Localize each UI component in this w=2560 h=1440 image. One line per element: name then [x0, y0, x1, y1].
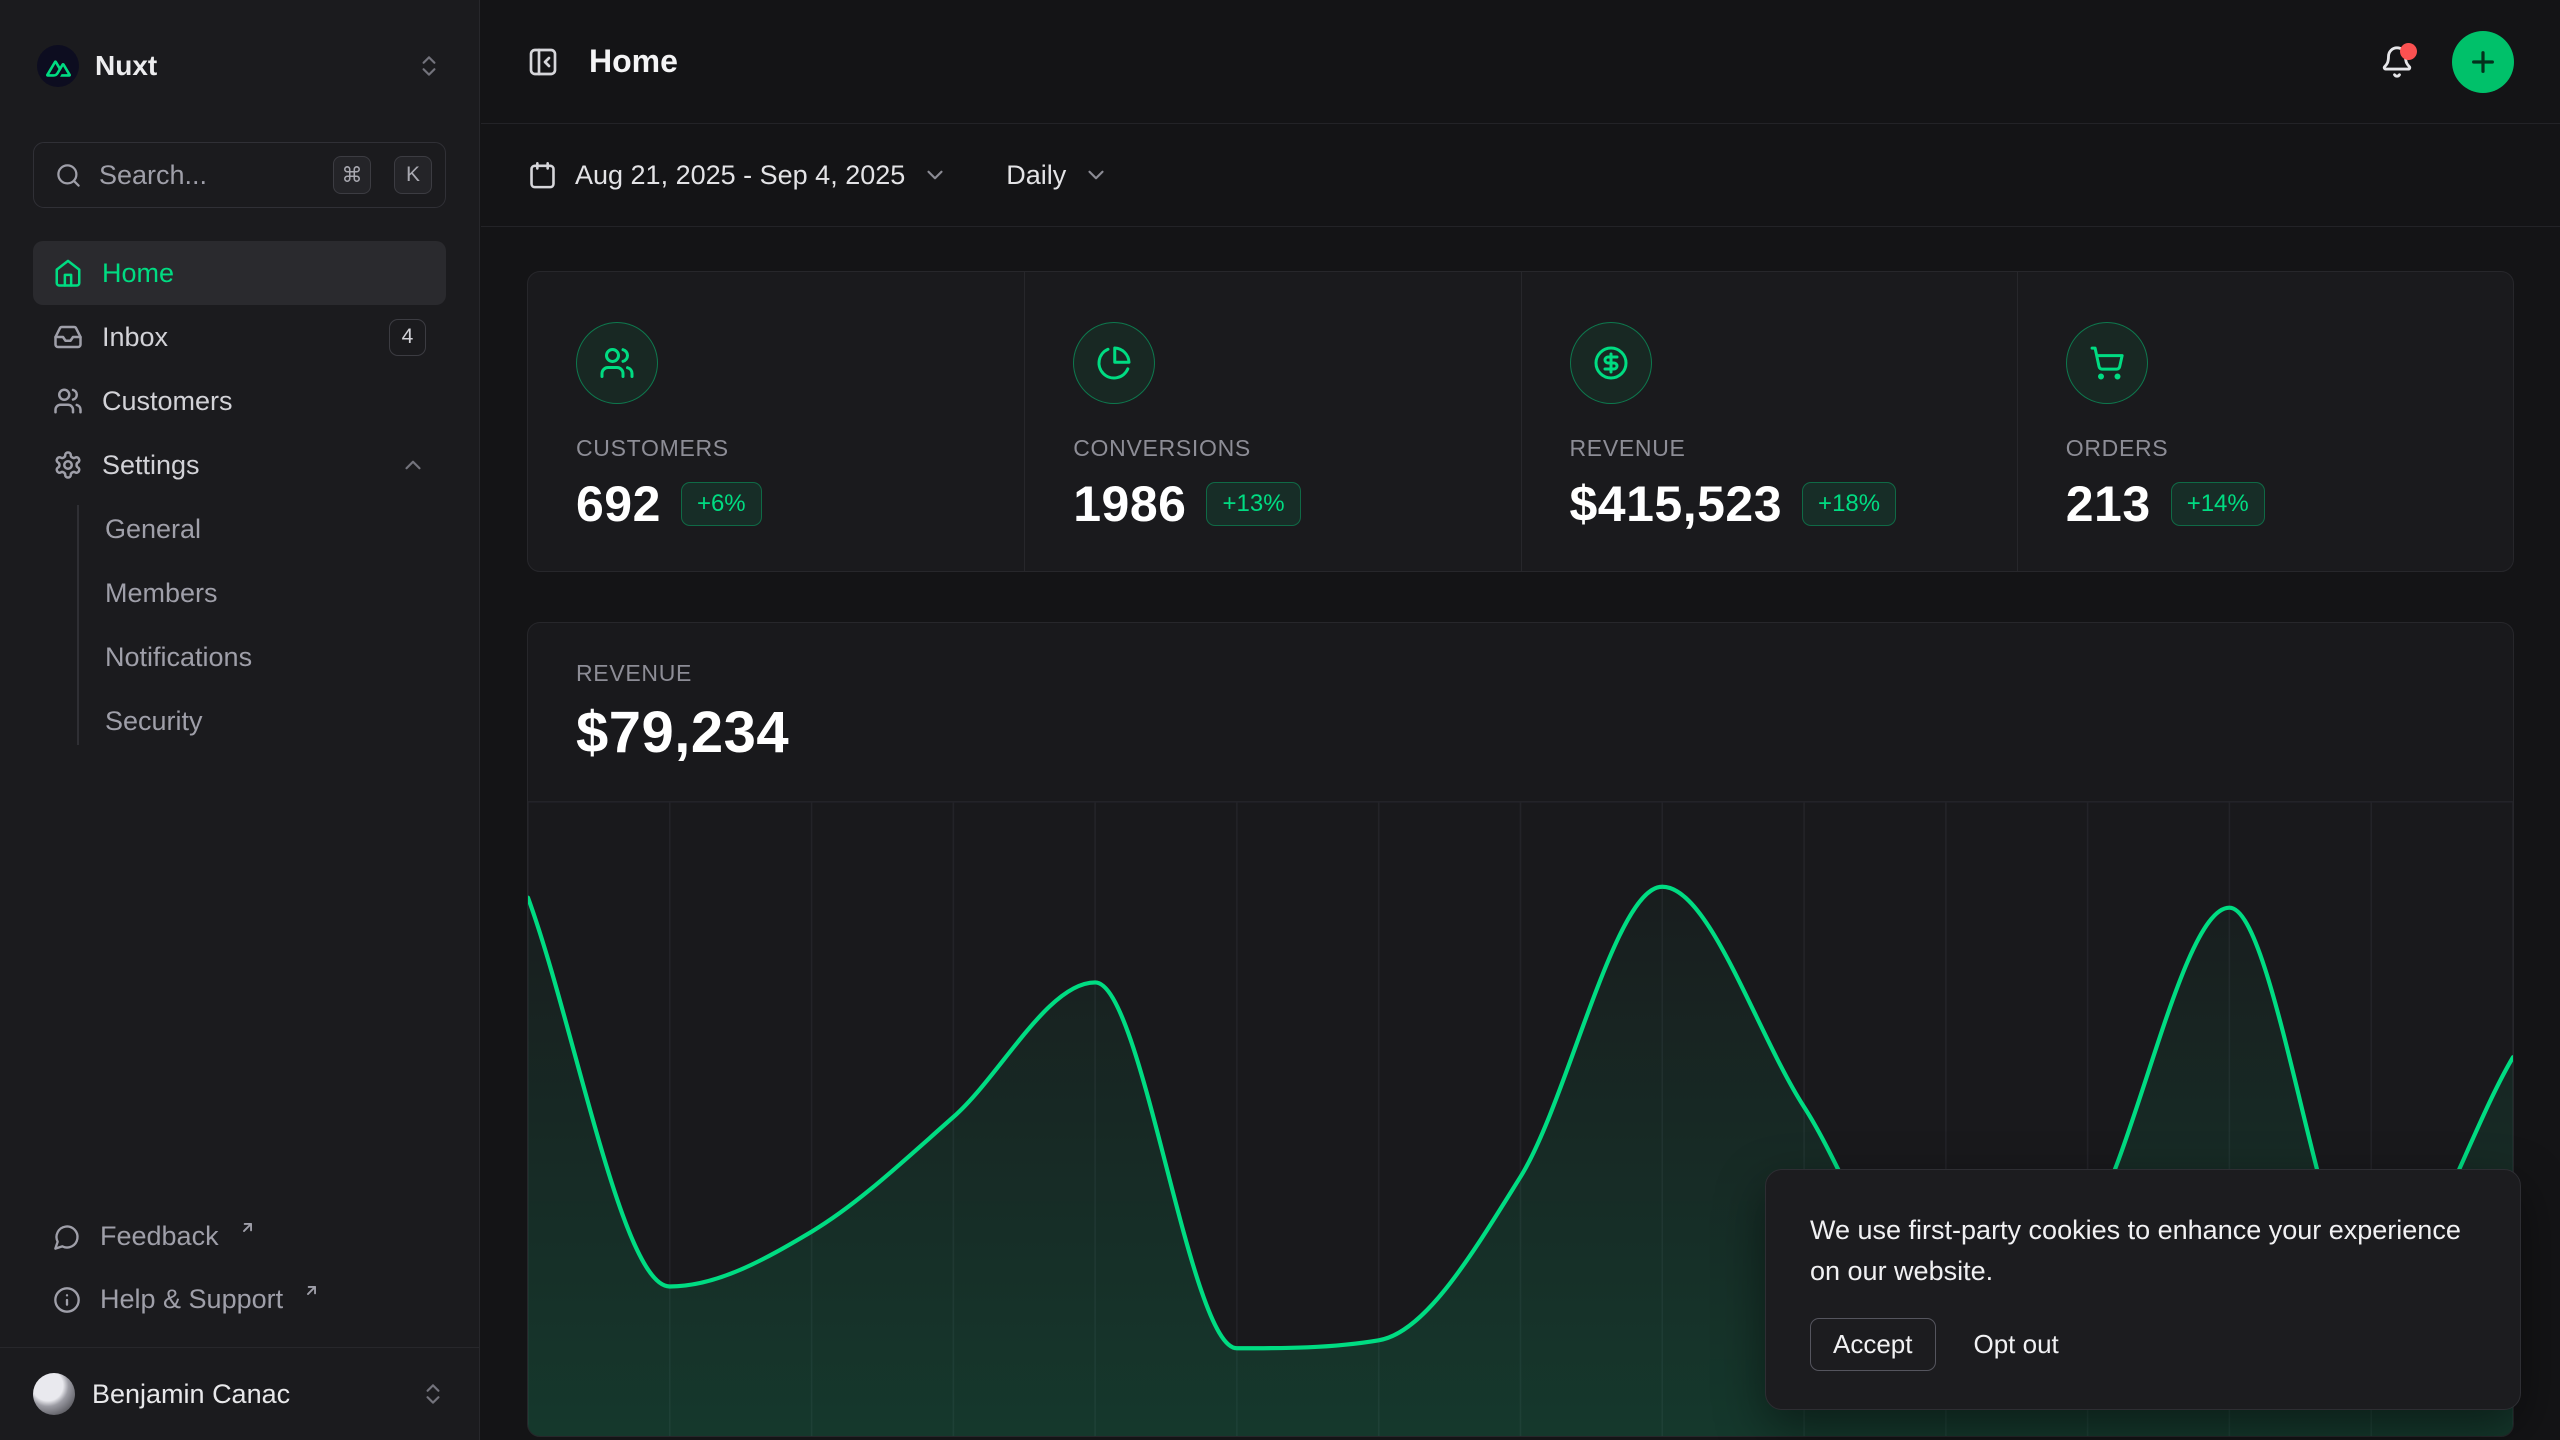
feedback-link[interactable]: Feedback — [33, 1205, 446, 1268]
optout-cookies-button[interactable]: Opt out — [1974, 1329, 2059, 1360]
sidebar-collapse-icon[interactable] — [527, 46, 559, 78]
stat-label: CONVERSIONS — [1073, 435, 1472, 462]
stat-delta-badge: +13% — [1206, 482, 1300, 526]
stat-label: ORDERS — [2066, 435, 2465, 462]
info-circle-icon — [53, 1286, 81, 1314]
chevrons-up-down-icon — [420, 1381, 446, 1407]
users-icon — [53, 386, 83, 416]
chevrons-up-down-icon — [416, 53, 442, 79]
sidebar-item-label: Home — [102, 258, 174, 289]
kbd-k: K — [394, 156, 432, 194]
sidebar-footer-links: Feedback Help & Support — [33, 1205, 446, 1347]
cookie-message: We use first-party cookies to enhance yo… — [1810, 1210, 2476, 1292]
stat-label: REVENUE — [1570, 435, 1969, 462]
dollar-circle-icon — [1570, 322, 1652, 404]
kbd-cmd: ⌘ — [333, 156, 371, 194]
stats-row: CUSTOMERS 692 +6% CONVERSIONS 1986 +13% — [527, 271, 2514, 572]
stat-revenue[interactable]: REVENUE $415,523 +18% — [1521, 272, 2017, 571]
inbox-unread-badge: 4 — [389, 319, 426, 356]
sidebar-item-members[interactable]: Members — [33, 561, 446, 625]
sidebar-spacer — [33, 753, 446, 1205]
stat-value: $415,523 — [1570, 475, 1783, 533]
sidebar: Nuxt Search... ⌘ K Home — [0, 0, 480, 1440]
calendar-icon — [527, 160, 558, 191]
notification-dot — [2400, 43, 2417, 60]
inbox-icon — [53, 322, 83, 352]
users-icon — [576, 322, 658, 404]
sidebar-item-label: Customers — [102, 386, 233, 417]
sidebar-item-home[interactable]: Home — [33, 241, 446, 305]
sidebar-nav: Home Inbox 4 Customers Settings — [33, 241, 446, 753]
stat-delta-badge: +18% — [1802, 482, 1896, 526]
sidebar-item-label: Settings — [102, 450, 200, 481]
feedback-label: Feedback — [100, 1221, 219, 1252]
settings-subnav: General Members Notifications Security — [33, 497, 446, 753]
granularity-value: Daily — [1006, 160, 1066, 191]
external-link-icon — [239, 1219, 256, 1236]
chevron-down-icon — [1083, 162, 1109, 188]
page-title: Home — [589, 43, 678, 80]
notifications-button[interactable] — [2380, 45, 2414, 79]
sidebar-item-notifications[interactable]: Notifications — [33, 625, 446, 689]
avatar — [33, 1373, 75, 1415]
shopping-cart-icon — [2066, 322, 2148, 404]
nuxt-logo-icon — [37, 45, 79, 87]
stat-value: 692 — [576, 475, 661, 533]
cookie-banner: We use first-party cookies to enhance yo… — [1765, 1169, 2521, 1410]
stat-label: CUSTOMERS — [576, 435, 976, 462]
chevron-down-icon — [922, 162, 948, 188]
help-support-label: Help & Support — [100, 1284, 283, 1315]
stat-delta-badge: +6% — [681, 482, 762, 526]
sidebar-item-inbox[interactable]: Inbox 4 — [33, 305, 446, 369]
workspace-switcher[interactable]: Nuxt — [33, 38, 446, 94]
pie-chart-icon — [1073, 322, 1155, 404]
sidebar-item-label: Inbox — [102, 322, 168, 353]
message-bubble-icon — [53, 1223, 81, 1251]
search-placeholder: Search... — [99, 160, 310, 191]
stat-orders[interactable]: ORDERS 213 +14% — [2017, 272, 2513, 571]
date-range-value: Aug 21, 2025 - Sep 4, 2025 — [575, 160, 905, 191]
revenue-chart-value: $79,234 — [576, 699, 2465, 766]
stat-delta-badge: +14% — [2171, 482, 2265, 526]
external-link-icon — [303, 1282, 320, 1299]
user-menu[interactable]: Benjamin Canac — [0, 1347, 479, 1440]
stat-customers[interactable]: CUSTOMERS 692 +6% — [528, 272, 1024, 571]
search-input[interactable]: Search... ⌘ K — [33, 142, 446, 208]
home-icon — [53, 258, 83, 288]
revenue-chart-label: REVENUE — [576, 660, 2465, 687]
help-support-link[interactable]: Help & Support — [33, 1268, 446, 1331]
granularity-select[interactable]: Daily — [1006, 160, 1109, 191]
sidebar-item-security[interactable]: Security — [33, 689, 446, 753]
page-header: Home — [481, 0, 2560, 124]
chevron-up-icon — [400, 452, 426, 478]
search-icon — [55, 162, 82, 189]
stat-conversions[interactable]: CONVERSIONS 1986 +13% — [1024, 272, 1520, 571]
date-range-picker[interactable]: Aug 21, 2025 - Sep 4, 2025 — [527, 160, 948, 191]
stat-value: 1986 — [1073, 475, 1186, 533]
sidebar-item-customers[interactable]: Customers — [33, 369, 446, 433]
filters-toolbar: Aug 21, 2025 - Sep 4, 2025 Daily — [481, 124, 2560, 227]
sidebar-item-general[interactable]: General — [33, 497, 446, 561]
add-button[interactable] — [2452, 31, 2514, 93]
workspace-name: Nuxt — [95, 50, 157, 82]
sidebar-item-settings[interactable]: Settings — [33, 433, 446, 497]
accept-cookies-button[interactable]: Accept — [1810, 1318, 1936, 1371]
gear-icon — [53, 450, 83, 480]
user-name: Benjamin Canac — [92, 1379, 290, 1410]
stat-value: 213 — [2066, 475, 2151, 533]
